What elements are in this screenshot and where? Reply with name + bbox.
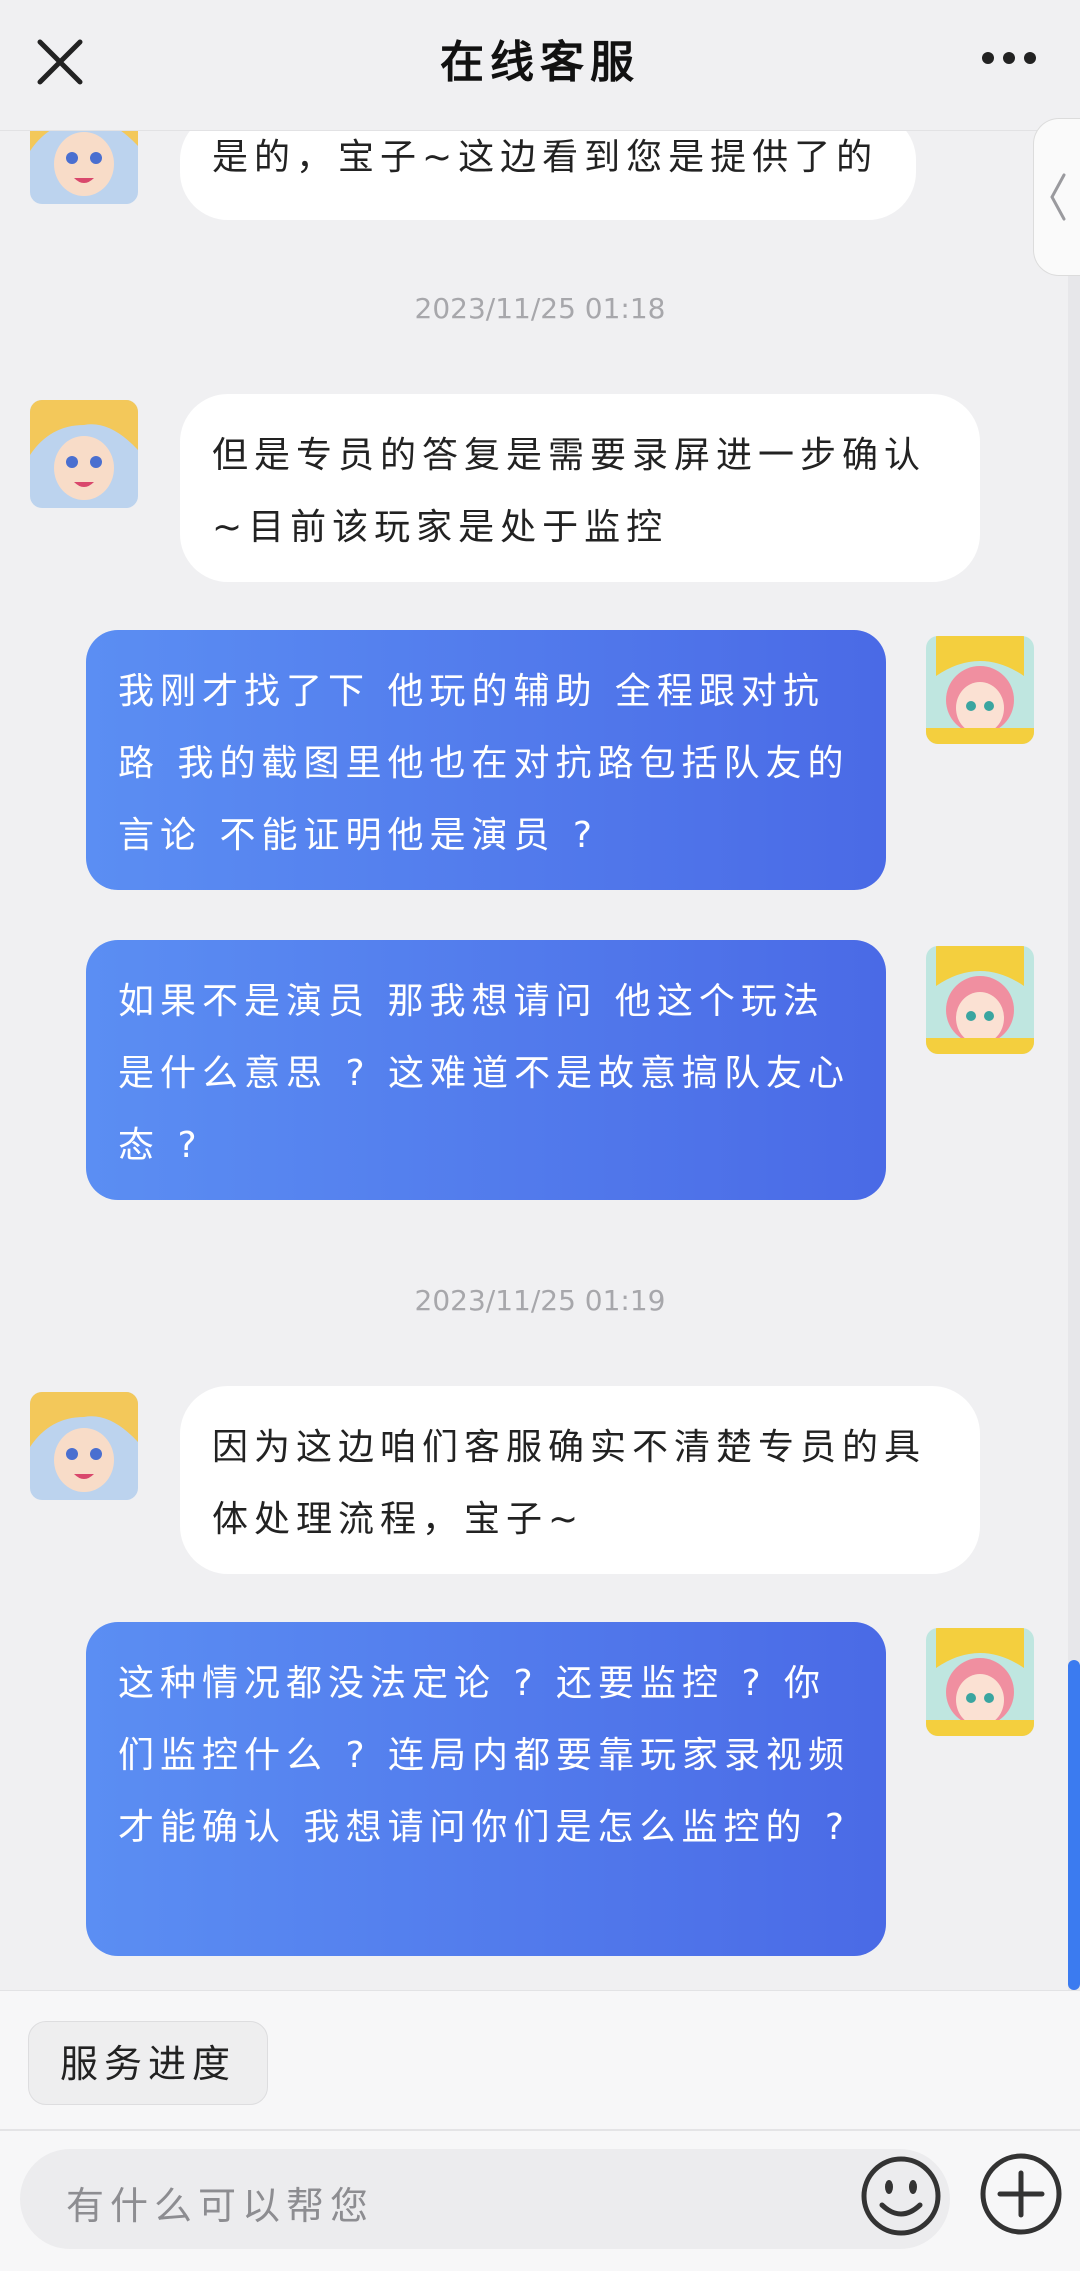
agent-message: 因为这边咱们客服确实不清楚专员的具体处理流程，宝子~ xyxy=(180,1386,980,1574)
agent-avatar xyxy=(30,400,138,508)
divider xyxy=(0,2129,1080,2131)
timestamp: 2023/11/25 01:18 xyxy=(414,292,666,325)
user-avatar xyxy=(926,636,1034,744)
user-message: 这种情况都没法定论 ? 还要监控 ? 你们监控什么 ? 连局内都要靠玩家录视频才… xyxy=(86,1622,886,1956)
header-bar: 在线客服 xyxy=(0,0,1080,131)
agent-avatar xyxy=(30,1392,138,1500)
user-message: 如果不是演员 那我想请问 他这个玩法是什么意思 ? 这难道不是故意搞队友心态 ? xyxy=(86,940,886,1200)
plus-icon xyxy=(980,2153,1062,2235)
agent-message: 但是专员的答复是需要录屏进一步确认~目前该玩家是处于监控 xyxy=(180,394,980,582)
scrollbar-thumb[interactable] xyxy=(1068,1660,1080,1990)
more-button[interactable] xyxy=(974,38,1044,78)
user-message: 我刚才找了下 他玩的辅助 全程跟对抗路 我的截图里他也在对抗路包括队友的言论 不… xyxy=(86,630,886,890)
emoji-icon xyxy=(861,2156,941,2236)
service-progress-button[interactable]: 服务进度 xyxy=(28,2021,268,2105)
timestamp: 2023/11/25 01:19 xyxy=(414,1284,666,1317)
page-title: 在线客服 xyxy=(440,37,640,88)
more-icon xyxy=(982,52,1036,64)
bottom-panel: 服务进度 有什么可以帮您 xyxy=(0,1990,1080,2271)
user-avatar xyxy=(926,1628,1034,1736)
add-button[interactable] xyxy=(976,2149,1066,2239)
chevron-left-icon xyxy=(1050,173,1066,221)
chat-area[interactable]: 是的，宝子~这边看到您是提供了的 2023/11/25 01:18 但是专员的答… xyxy=(0,0,1080,1990)
message-input[interactable]: 有什么可以帮您 xyxy=(20,2149,950,2249)
emoji-button[interactable] xyxy=(858,2153,944,2239)
input-placeholder: 有什么可以帮您 xyxy=(66,2184,375,2228)
user-avatar xyxy=(926,946,1034,1054)
side-drawer-handle[interactable] xyxy=(1033,118,1080,276)
